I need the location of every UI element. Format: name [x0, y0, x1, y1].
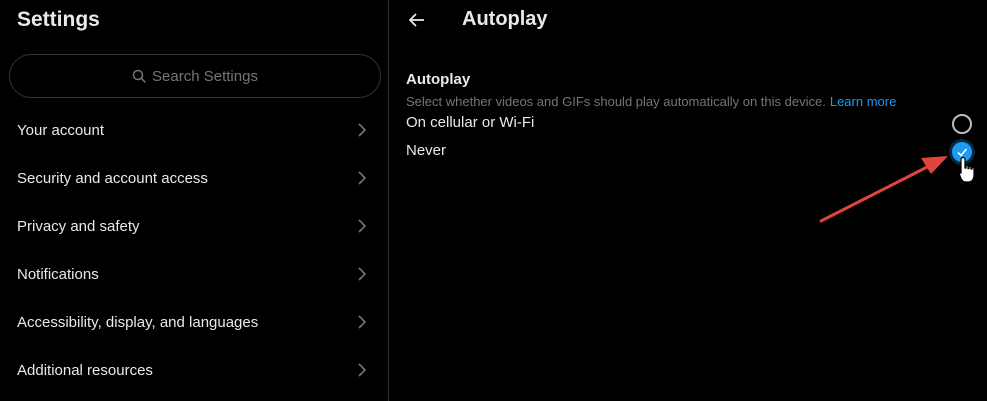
back-button[interactable] — [404, 9, 430, 31]
search-icon — [132, 69, 146, 83]
sidebar-title: Settings — [17, 8, 100, 31]
section-description: Select whether videos and GIFs should pl… — [406, 94, 896, 109]
description-text: Select whether videos and GIFs should pl… — [406, 94, 826, 109]
sidebar-item-label: Accessibility, display, and languages — [17, 313, 259, 331]
sidebar-item-label: Notifications — [17, 265, 99, 283]
sidebar-item-label: Your account — [17, 121, 105, 139]
option-label: On cellular or Wi-Fi — [406, 114, 535, 131]
chevron-right-icon — [358, 315, 367, 329]
radio-unchecked[interactable] — [952, 114, 972, 134]
learn-more-link[interactable]: Learn more — [830, 94, 896, 109]
chevron-right-icon — [358, 219, 367, 233]
page-title: Autoplay — [462, 8, 548, 30]
annotation-arrow — [819, 156, 948, 223]
chevron-right-icon — [358, 267, 367, 281]
sidebar-item-label: Additional resources — [17, 361, 153, 379]
autoplay-panel: Autoplay Autoplay Select whether videos … — [390, 0, 987, 401]
option-never[interactable]: Never — [390, 138, 987, 166]
chevron-right-icon — [358, 123, 367, 137]
sidebar-item-label: Security and account access — [17, 169, 208, 187]
chevron-right-icon — [358, 363, 367, 377]
sidebar-item-additional-resources[interactable]: Additional resources — [0, 346, 388, 394]
sidebar-item-notifications[interactable]: Notifications — [0, 250, 388, 298]
sidebar-item-accessibility[interactable]: Accessibility, display, and languages — [0, 298, 388, 346]
search-placeholder: Search Settings — [152, 67, 258, 85]
search-settings-input[interactable]: Search Settings — [9, 54, 381, 98]
checkmark-icon — [957, 148, 968, 157]
section-heading: Autoplay — [406, 71, 471, 88]
settings-app: Settings Search Settings Your account Se… — [0, 0, 987, 401]
sidebar-item-your-account[interactable]: Your account — [0, 106, 388, 154]
option-label: Never — [406, 142, 447, 159]
chevron-right-icon — [358, 171, 367, 185]
sidebar-item-privacy[interactable]: Privacy and safety — [0, 202, 388, 250]
settings-sidebar: Settings Search Settings Your account Se… — [0, 0, 389, 401]
sidebar-item-security[interactable]: Security and account access — [0, 154, 388, 202]
arrow-left-icon — [408, 13, 424, 27]
radio-checked[interactable] — [952, 142, 972, 162]
sidebar-item-label: Privacy and safety — [17, 217, 140, 235]
option-cellular-or-wifi[interactable]: On cellular or Wi-Fi — [390, 110, 987, 138]
